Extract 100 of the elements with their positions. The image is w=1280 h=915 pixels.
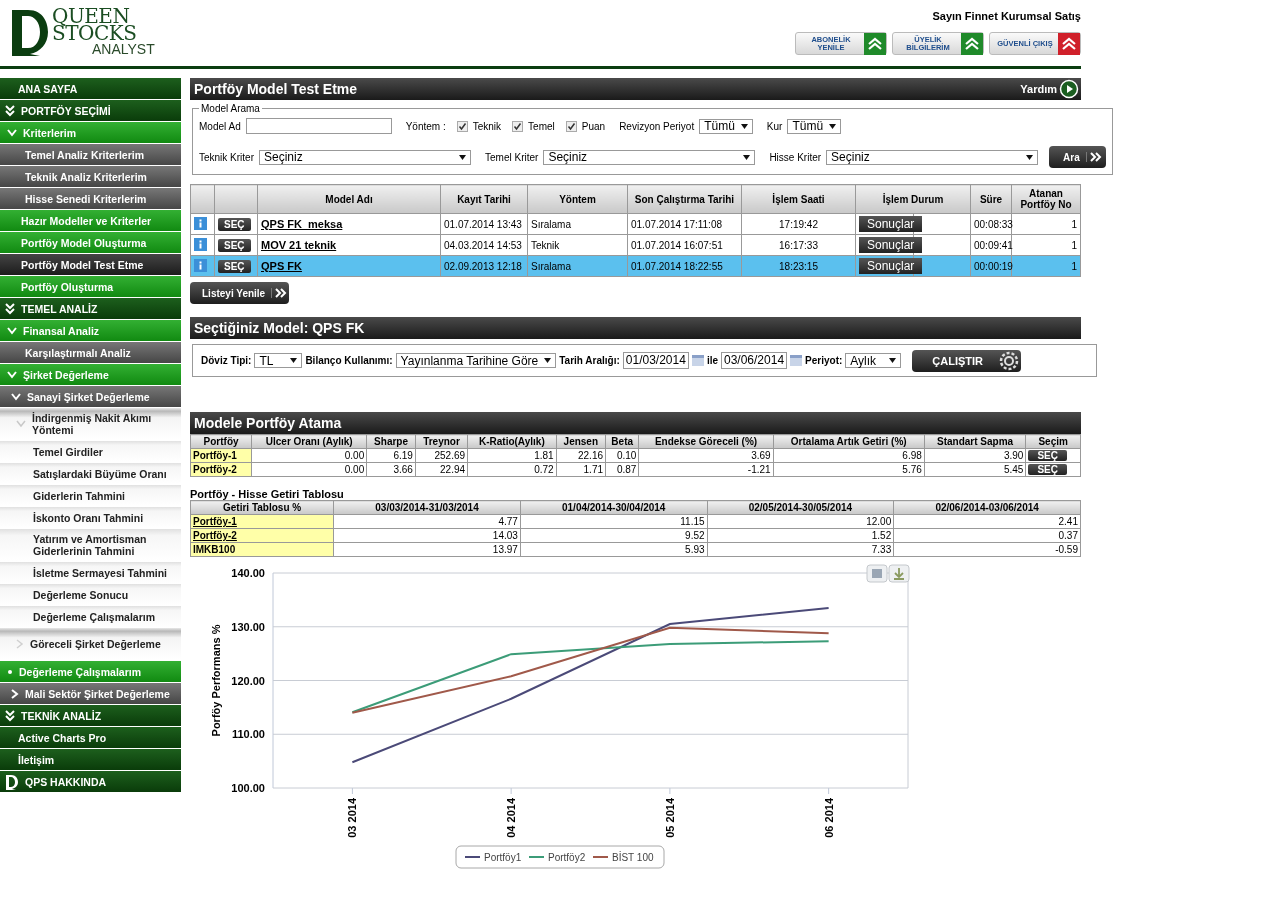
column-header: Süre	[970, 184, 1012, 214]
run-button[interactable]: ÇALIŞTIR	[912, 349, 1022, 372]
field-label: Döviz Tipi:	[201, 355, 252, 366]
criteria-dropdown[interactable]: Seçiniz	[543, 149, 756, 165]
column-header: Ulcer Oranı (Aylık)	[251, 434, 367, 449]
table-row[interactable]: SEÇ MOV 21 teknik 04.03.2014 14:53 Teknik 01.07.2014 16:07:51 16:17:33 Sonuçlar 00:09:41 1	[190, 234, 1081, 256]
sidebar-item[interactable]: Hisse Senedi Kriterlerim	[0, 188, 181, 209]
field-label: Periyot:	[805, 355, 843, 366]
select-button[interactable]: SEÇ	[1028, 450, 1067, 461]
play-icon	[1059, 79, 1079, 99]
sidebar-item[interactable]: Kriterlerim	[0, 122, 181, 143]
section-title: Seçtiğiniz Model: QPS FK	[194, 320, 365, 336]
field-label: Kur	[766, 120, 783, 132]
sidebar-item[interactable]: Teknik Analiz Kriterlerim	[0, 166, 181, 187]
balance-dropdown[interactable]: Yayınlanma Tarihine Göre	[395, 353, 557, 368]
period-dropdown[interactable]: Tümü	[699, 118, 753, 134]
model-name-field[interactable]	[245, 118, 392, 134]
dropdown-caret-icon[interactable]	[829, 123, 837, 129]
select-button[interactable]: SEÇ	[218, 238, 251, 252]
end-date-field[interactable]: 03/06/2014	[721, 352, 788, 369]
sidebar-item[interactable]: Mali Sektör Şirket Değerleme	[0, 683, 181, 704]
column-header: Yöntem	[527, 184, 628, 214]
sidebar-item[interactable]: Finansal Analiz	[0, 320, 181, 341]
period-dropdown[interactable]: Aylık	[845, 353, 902, 368]
column-header: Kayıt Tarihi	[440, 184, 528, 214]
double-chevron-icon[interactable]	[5, 302, 15, 315]
results-button[interactable]: Sonuçlar	[859, 216, 923, 232]
column-header: Standart Sapma	[924, 434, 1026, 449]
logo-icon	[5, 773, 19, 790]
sidebar-item[interactable]: Portföy Model Oluşturma	[0, 232, 181, 253]
field-label: Hisse Kriter	[769, 151, 822, 163]
select-button[interactable]: SEÇ	[218, 259, 251, 273]
download-icon[interactable]	[888, 564, 910, 583]
column-header: 02/06/2014-03/06/2014	[893, 500, 1081, 515]
search-button[interactable]: Ara	[1049, 146, 1106, 168]
sidebar-item[interactable]: PORTFÖY SEÇİMİ	[0, 100, 181, 121]
double-chevron-icon[interactable]	[5, 104, 15, 117]
info-icon[interactable]	[194, 258, 207, 272]
checkbox-label: Puan	[581, 120, 606, 132]
calendar-icon[interactable]	[790, 355, 803, 366]
criteria-dropdown[interactable]: Seçiniz	[259, 149, 471, 165]
field-label: Revizyon Periyot	[619, 120, 695, 132]
sidebar-item[interactable]: Sanayi Şirket Değerleme	[0, 386, 181, 407]
column-header: 01/04/2014-30/04/2014	[520, 500, 708, 515]
logo-text: QUEEN	[52, 8, 130, 25]
column-header: 02/05/2014-30/05/2014	[707, 500, 894, 515]
results-button[interactable]: Sonuçlar	[859, 258, 923, 274]
start-date-field[interactable]: 01/03/2014	[622, 352, 689, 369]
sidebar-item[interactable]: Portföy Model Test Etme	[0, 254, 181, 275]
sidebar-item[interactable]: Şirket Değerleme	[0, 364, 181, 385]
field-label: Model Ad	[199, 120, 241, 132]
currency-dropdown[interactable]: TL	[254, 353, 303, 368]
sidebar-item[interactable]: QPS HAKKINDA	[0, 771, 181, 792]
sidebar-item[interactable]: TEKNİK ANALİZ	[0, 705, 181, 726]
dropdown-caret-icon[interactable]	[889, 358, 897, 363]
sidebar-item[interactable]: Hazır Modeller ve Kriterler	[0, 210, 181, 231]
double-chevron-icon	[1085, 152, 1102, 162]
y-tick-label: 140.00	[231, 567, 265, 579]
checkbox[interactable]	[512, 120, 524, 132]
sidebar-item[interactable]: Karşılaştırmalı Analiz	[0, 342, 181, 363]
dropdown-caret-icon[interactable]	[743, 154, 751, 160]
calendar-icon[interactable]	[691, 355, 704, 366]
help-button[interactable]: Yardım	[1018, 79, 1081, 99]
dropdown-caret-icon[interactable]	[290, 358, 298, 363]
dropdown-caret-icon[interactable]	[1026, 154, 1034, 160]
table-row[interactable]: SEÇ QPS FK 02.09.2013 12:18 Sıralama 01.07.2014 18:22:55 18:23:15 Sonuçlar 00:00:19 1	[190, 255, 1081, 277]
select-button[interactable]: SEÇ	[1028, 464, 1067, 475]
sidebar-item[interactable]: Temel Analiz Kriterlerim	[0, 144, 181, 165]
chevron-up-icon	[864, 32, 886, 55]
column-header: 03/03/2014-31/03/2014	[333, 500, 521, 515]
bullet-icon	[7, 668, 13, 675]
criteria-dropdown[interactable]: Seçiniz	[826, 149, 1039, 165]
field-label: Bilanço Kullanımı:	[305, 355, 393, 366]
sidebar-item[interactable]: Değerleme Çalışmalarım	[0, 661, 181, 682]
sidebar-item[interactable]: Active Charts Pro	[0, 727, 181, 748]
checkbox[interactable]	[565, 120, 577, 132]
model-link[interactable]: QPS FK	[261, 260, 302, 272]
gear-icon	[999, 350, 1020, 371]
dropdown-caret-icon[interactable]	[459, 154, 466, 160]
dropdown-caret-icon[interactable]	[544, 358, 552, 363]
sidebar-item[interactable]: TEMEL ANALİZ	[0, 298, 181, 319]
info-icon[interactable]	[194, 237, 207, 251]
info-icon[interactable]	[194, 216, 207, 230]
select-button[interactable]: SEÇ	[218, 217, 251, 231]
sidebar-item[interactable]: ANA SAYFA	[0, 78, 181, 99]
currency-dropdown[interactable]: Tümü	[787, 118, 842, 134]
results-button[interactable]: Sonuçlar	[859, 237, 923, 253]
logo-icon	[10, 8, 50, 56]
refresh-list-button[interactable]: Listeyi Yenile	[190, 282, 290, 304]
column-header: Beta	[605, 434, 639, 449]
logo-text: STOCKS	[52, 25, 137, 42]
table-row[interactable]: SEÇ QPS FK_meksa 01.07.2014 13:43 Sıralama 01.07.2014 17:11:08 17:19:42 Sonuçlar 00:08:33 1	[190, 213, 1081, 235]
dropdown-caret-icon[interactable]	[740, 123, 748, 129]
sidebar-item[interactable]: Portföy Oluşturma	[0, 276, 181, 297]
double-chevron-icon[interactable]	[5, 709, 15, 722]
y-axis-title: Porföy Performans %	[210, 624, 222, 737]
sidebar-item[interactable]: İletişim	[0, 749, 181, 770]
legend-label: BİST 100	[612, 851, 654, 863]
checkbox[interactable]	[456, 120, 468, 132]
column-header: Jensen	[556, 434, 606, 449]
